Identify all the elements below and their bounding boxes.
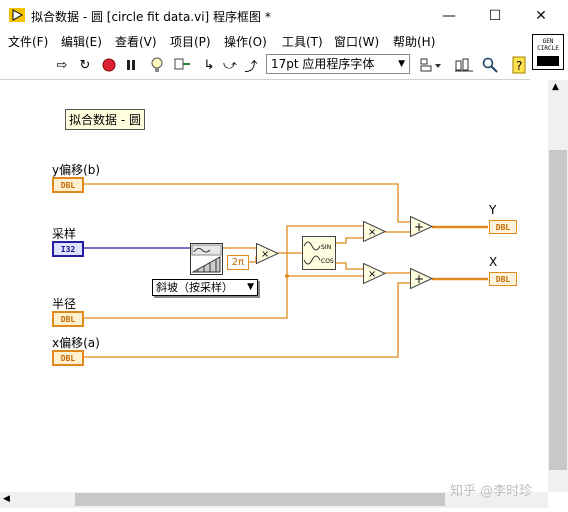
multiply-node[interactable]: × bbox=[363, 221, 386, 242]
watermark: 知乎 @李时珍 bbox=[450, 484, 533, 499]
radius-label: 半径 bbox=[52, 297, 77, 311]
ramp-mode-value: 斜坡（按采样） bbox=[156, 281, 233, 294]
multiply-node[interactable]: × bbox=[256, 243, 279, 264]
svg-text:+: + bbox=[414, 272, 424, 286]
svg-text:×: × bbox=[368, 227, 376, 238]
horizontal-scroll-thumb[interactable] bbox=[75, 493, 445, 506]
ramp-express-vi-icon[interactable] bbox=[190, 243, 223, 275]
y-offset-label: y偏移(b) bbox=[52, 163, 101, 177]
free-label[interactable]: 拟合数据 - 圆 bbox=[65, 109, 145, 130]
ramp-mode-select[interactable]: 斜坡（按采样） ▼ bbox=[152, 279, 258, 296]
sine-cosine-node[interactable]: SIN COS bbox=[302, 236, 336, 270]
y-indicator-label: Y bbox=[489, 203, 497, 217]
svg-text:+: + bbox=[414, 220, 424, 234]
y-offset-terminal[interactable]: DBL bbox=[52, 177, 84, 193]
radius-terminal[interactable]: DBL bbox=[52, 311, 84, 327]
svg-text:COS: COS bbox=[321, 258, 334, 265]
y-indicator-terminal[interactable]: DBL bbox=[489, 220, 517, 234]
chevron-down-icon: ▼ bbox=[247, 282, 254, 292]
vertical-scroll-thumb[interactable] bbox=[549, 150, 567, 470]
svg-text:×: × bbox=[261, 249, 269, 260]
svg-text:SIN: SIN bbox=[321, 244, 331, 251]
scroll-up-icon[interactable]: ▲ bbox=[552, 82, 559, 92]
two-pi-constant[interactable]: 2π bbox=[227, 255, 249, 270]
scroll-left-icon[interactable]: ◀ bbox=[3, 494, 10, 504]
x-indicator-label: X bbox=[489, 255, 498, 269]
x-offset-label: x偏移(a) bbox=[52, 336, 100, 350]
x-indicator-terminal[interactable]: DBL bbox=[489, 272, 517, 286]
svg-text:×: × bbox=[368, 269, 376, 280]
x-offset-terminal[interactable]: DBL bbox=[52, 350, 84, 366]
add-node[interactable]: + bbox=[410, 216, 433, 237]
samples-label: 采样 bbox=[52, 227, 77, 241]
samples-terminal[interactable]: I32 bbox=[52, 241, 84, 257]
multiply-node[interactable]: × bbox=[363, 263, 386, 284]
add-node[interactable]: + bbox=[410, 268, 433, 289]
